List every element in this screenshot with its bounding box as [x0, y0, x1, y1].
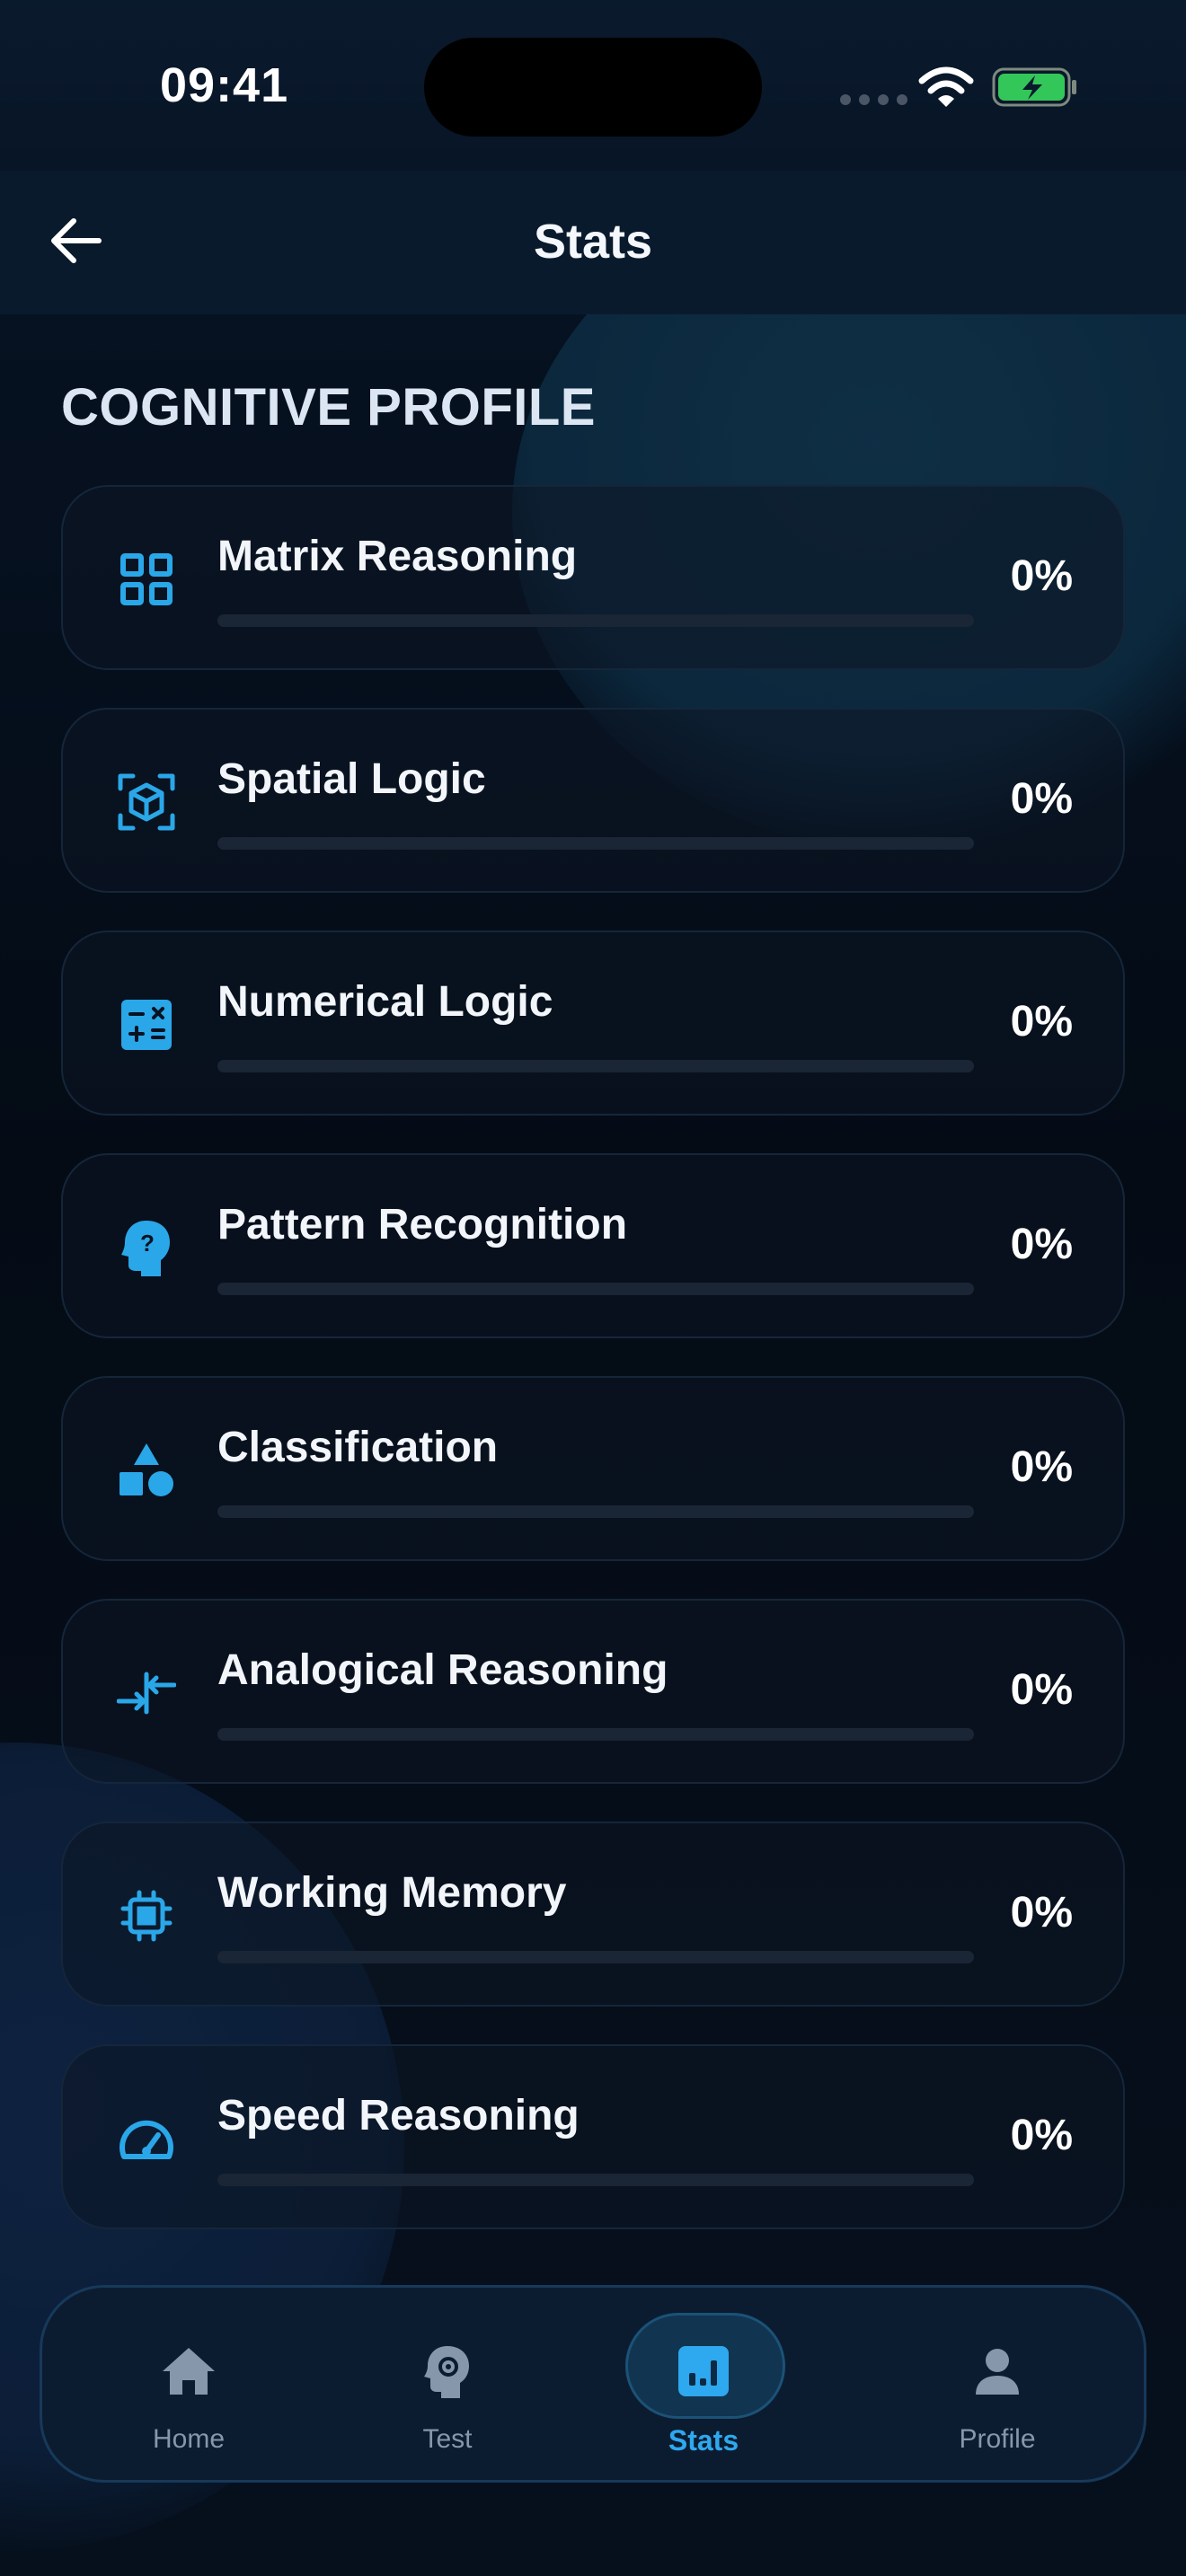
person-icon [966, 2340, 1029, 2403]
category-value: 0% [1010, 775, 1073, 823]
category-label: Working Memory [217, 1869, 567, 1917]
nav-item-test[interactable]: Test [349, 2288, 546, 2485]
progress-track [217, 1951, 974, 1963]
category-label: Classification [217, 1424, 499, 1471]
progress-track [217, 1060, 974, 1072]
head-gear-icon [416, 2340, 479, 2403]
progress-track [217, 837, 974, 850]
progress-track [217, 1505, 974, 1518]
category-label: Spatial Logic [217, 755, 486, 803]
category-label: Analogical Reasoning [217, 1646, 668, 1694]
home-icon [157, 2340, 220, 2403]
nav-label: Home [152, 2424, 226, 2454]
chip-icon [115, 1884, 178, 1947]
category-label: Pattern Recognition [217, 1201, 628, 1248]
dynamic-island [424, 38, 762, 137]
category-card-speed-reasoning[interactable]: Speed Reasoning 0% [61, 2044, 1125, 2229]
section-title: COGNITIVE PROFILE [61, 378, 596, 437]
category-value: 0% [1010, 1666, 1073, 1714]
calculator-icon [115, 993, 178, 1056]
head-question-icon: ? [115, 1216, 178, 1279]
nav-label: Test [422, 2424, 473, 2454]
category-card-analogical-reasoning[interactable]: Analogical Reasoning 0% [61, 1599, 1125, 1784]
category-value: 0% [1010, 1221, 1073, 1268]
category-value: 0% [1010, 552, 1073, 600]
status-time: 09:41 [160, 58, 289, 112]
category-card-pattern-recognition[interactable]: ? Pattern Recognition 0% [61, 1153, 1125, 1338]
category-value: 0% [1010, 998, 1073, 1045]
category-card-matrix-reasoning[interactable]: Matrix Reasoning 0% [61, 485, 1125, 670]
category-card-classification[interactable]: Classification 0% [61, 1376, 1125, 1561]
grid-icon [115, 548, 178, 611]
progress-track [217, 614, 974, 627]
category-label: Numerical Logic [217, 978, 553, 1026]
category-card-spatial-logic[interactable]: Spatial Logic 0% [61, 708, 1125, 893]
progress-track [217, 1728, 974, 1741]
svg-text:?: ? [140, 1230, 155, 1257]
progress-track [217, 2174, 974, 2186]
battery-charging-icon [992, 67, 1076, 107]
nav-item-stats[interactable]: Stats [605, 2288, 802, 2485]
category-value: 0% [1010, 1889, 1073, 1936]
progress-track [217, 1283, 974, 1295]
bottom-navigation: Home Test Stats Profile [40, 2285, 1146, 2483]
nav-label: Stats [668, 2424, 739, 2457]
compare-arrows-icon [115, 1662, 178, 1725]
cube-scan-icon [115, 771, 178, 834]
page-title: Stats [533, 215, 653, 269]
wifi-icon [918, 66, 974, 107]
cellular-signal-icon [840, 94, 907, 105]
category-label: Speed Reasoning [217, 2092, 580, 2139]
category-label: Matrix Reasoning [217, 533, 578, 580]
nav-label: Profile [959, 2424, 1036, 2454]
shapes-icon [115, 1439, 178, 1502]
category-value: 0% [1010, 2112, 1073, 2159]
category-value: 0% [1010, 1443, 1073, 1491]
nav-item-home[interactable]: Home [90, 2288, 288, 2485]
speedometer-icon [115, 2107, 178, 2170]
category-card-working-memory[interactable]: Working Memory 0% [61, 1822, 1125, 2007]
status-bar: 09:41 [0, 0, 1186, 171]
stats-screen: 09:41 Stats COGNITIVE PROFILE Matrix Rea… [0, 0, 1186, 2576]
bar-chart-icon [672, 2340, 735, 2403]
category-card-numerical-logic[interactable]: Numerical Logic 0% [61, 931, 1125, 1116]
nav-item-profile[interactable]: Profile [898, 2288, 1096, 2485]
